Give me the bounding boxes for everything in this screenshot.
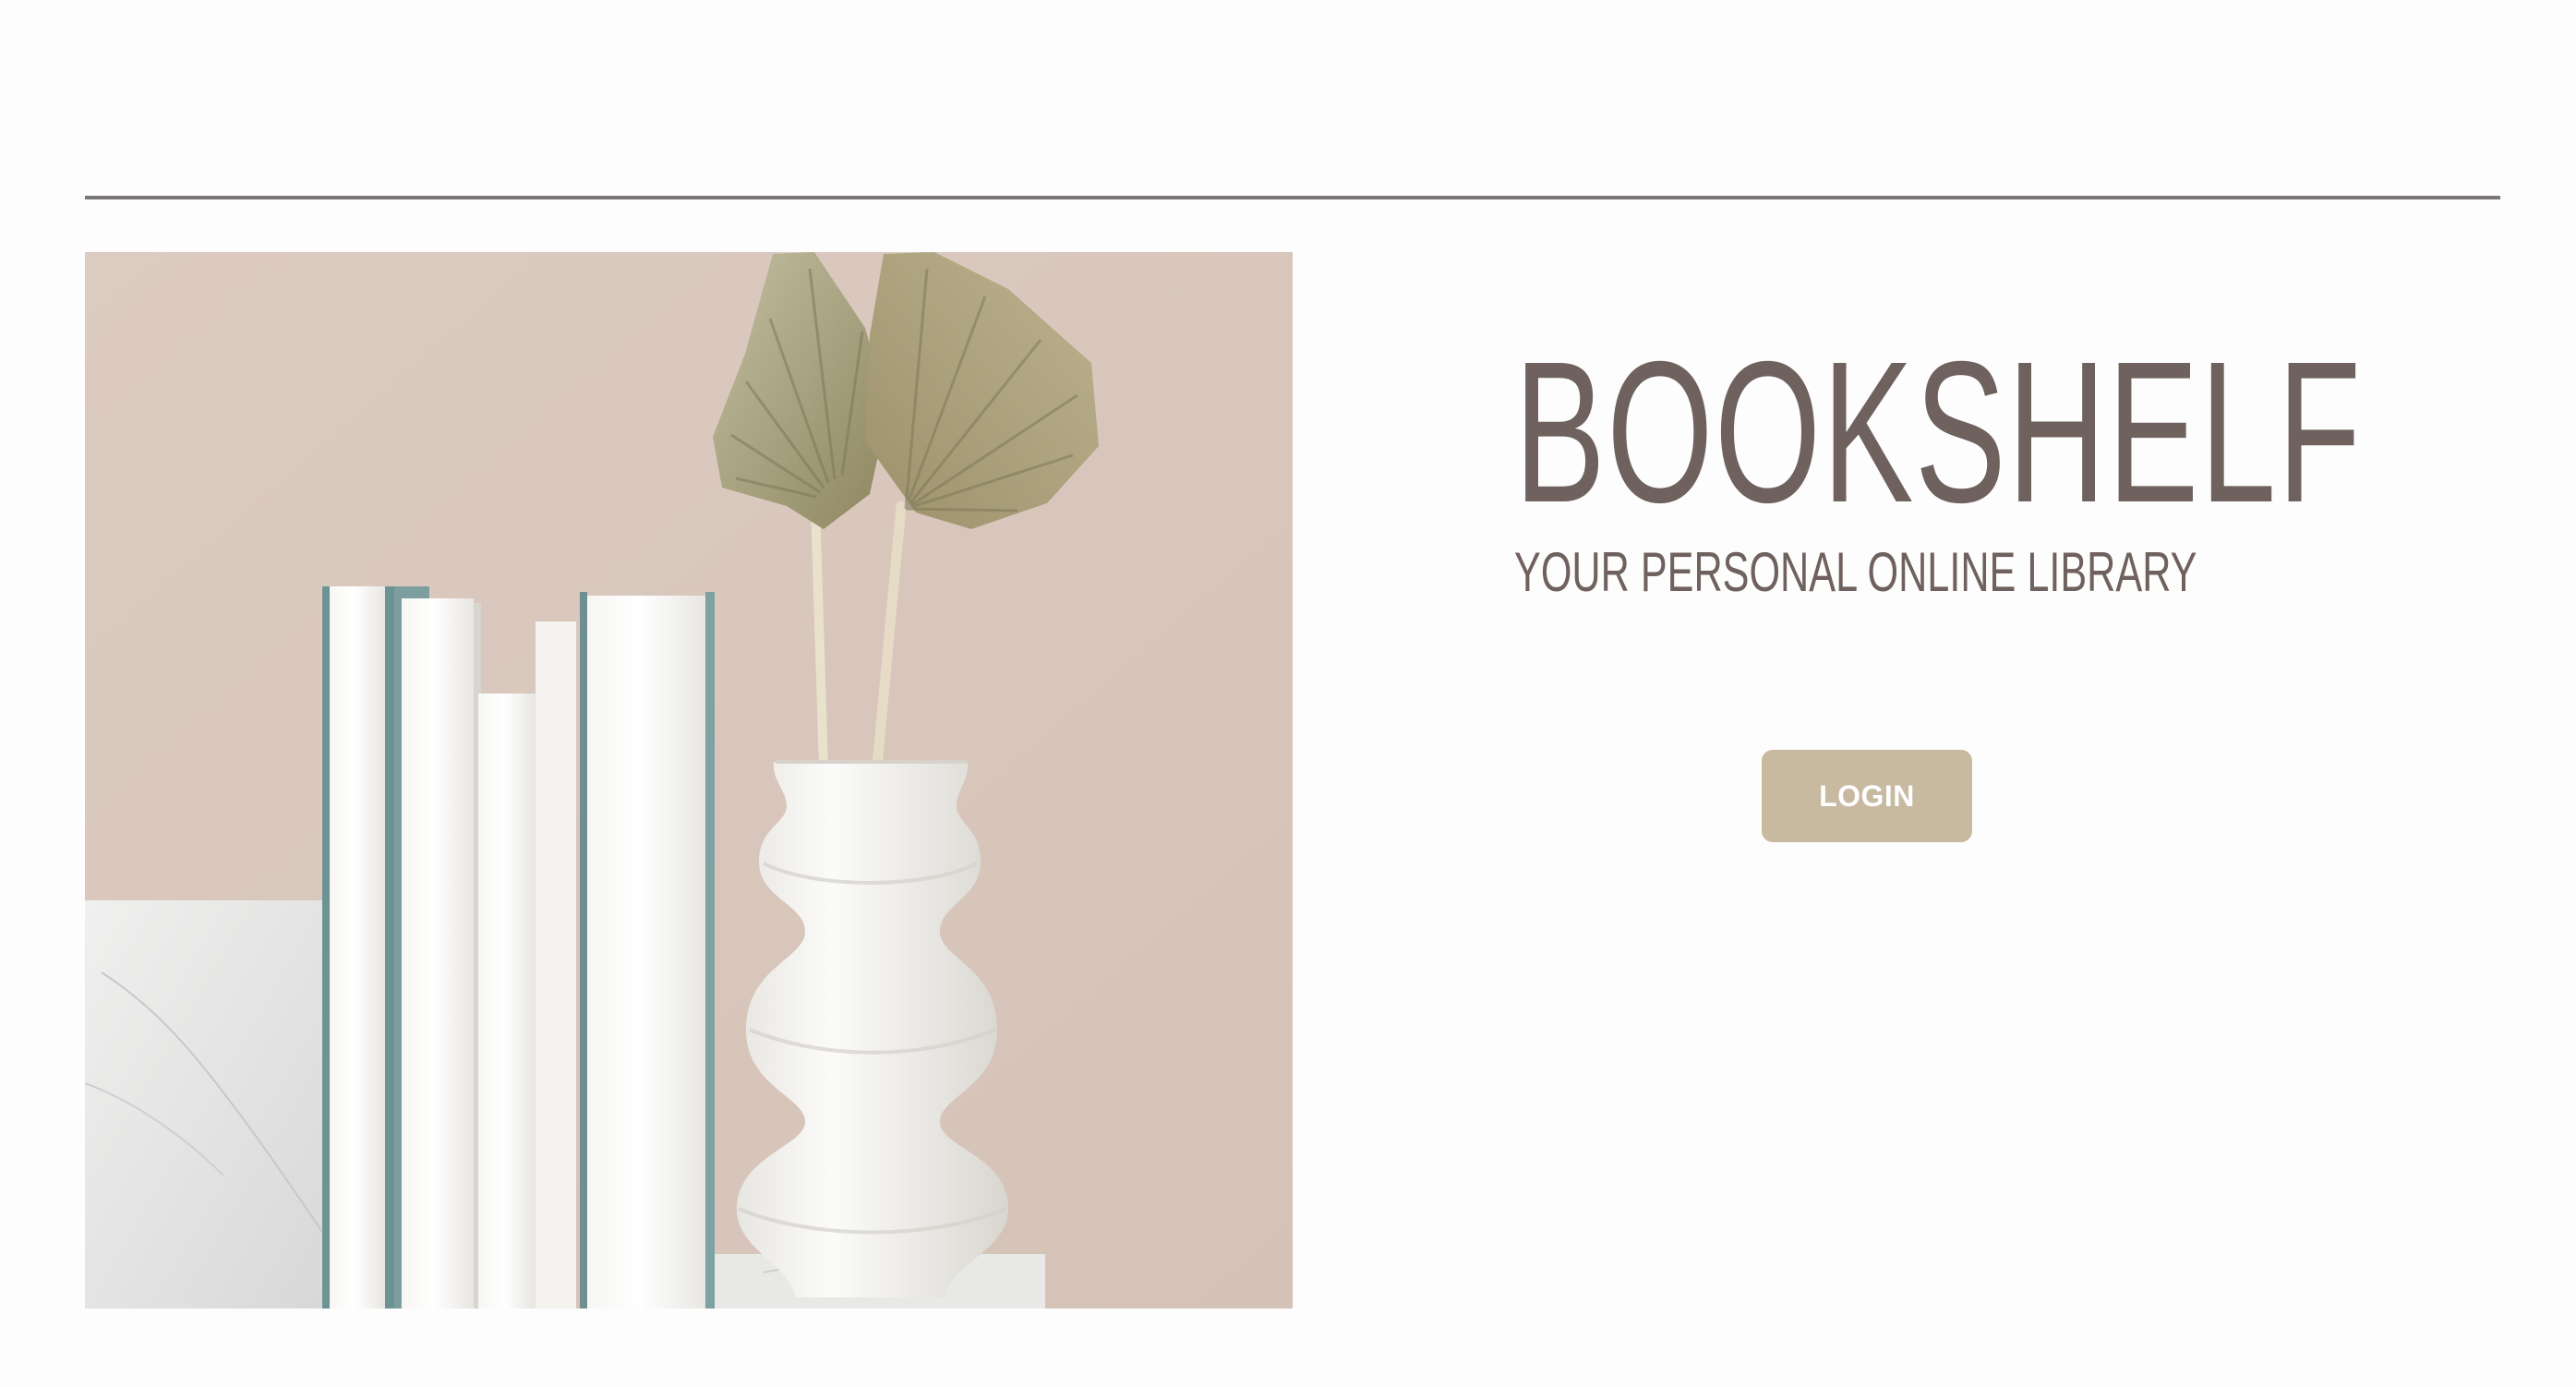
brand-block: BOOKSHELF YOUR PERSONAL ONLINE LIBRARY (1514, 332, 2438, 600)
landing-page: BOOKSHELF YOUR PERSONAL ONLINE LIBRARY L… (0, 0, 2576, 1387)
hero-photo (85, 252, 1293, 1309)
top-divider (85, 196, 2500, 199)
books-vase-illustration (85, 252, 1293, 1309)
page-title: BOOKSHELF (1514, 320, 2363, 545)
login-button[interactable]: LOGIN (1762, 750, 1972, 842)
page-subtitle: YOUR PERSONAL ONLINE LIBRARY (1514, 541, 2197, 603)
